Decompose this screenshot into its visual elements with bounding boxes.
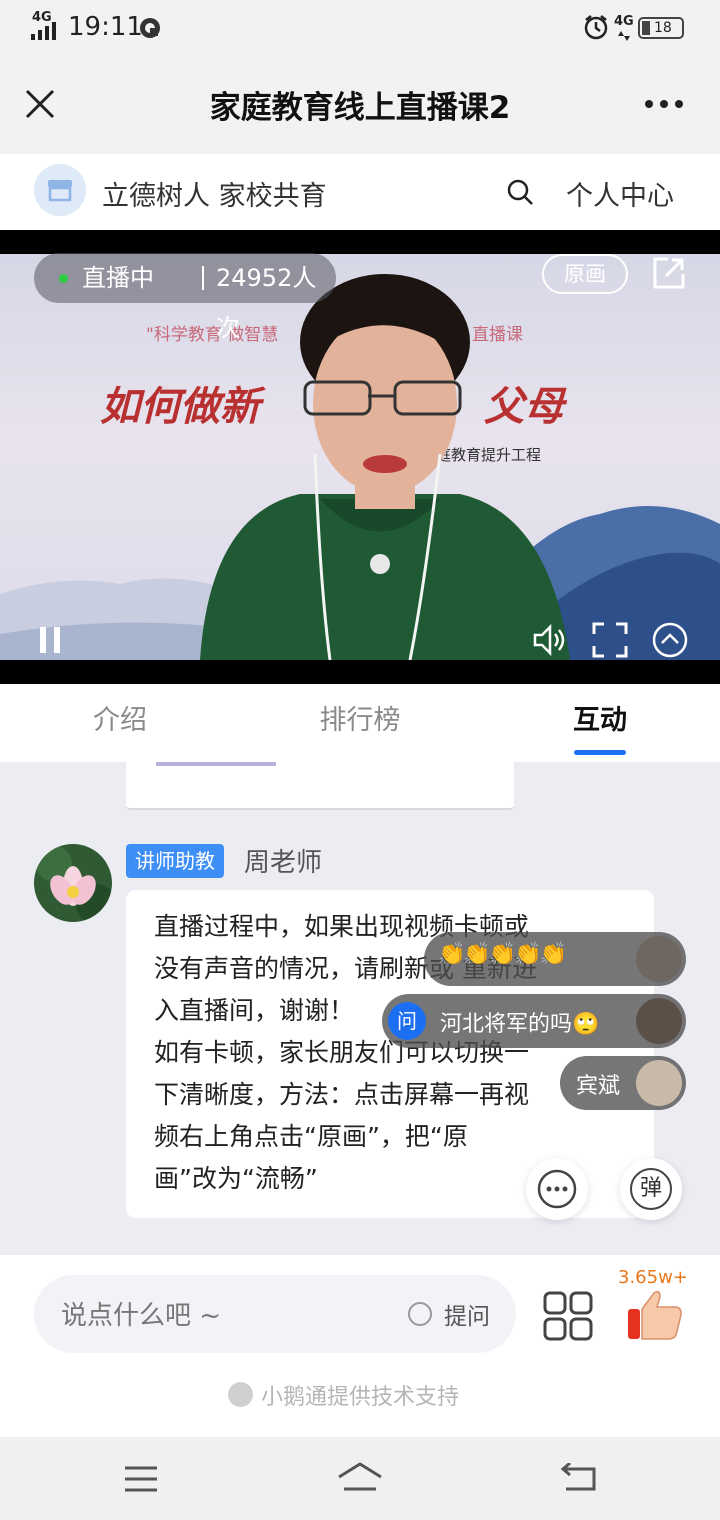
live-status-badge: 直播中 24952人次 xyxy=(34,253,336,342)
avatar[interactable] xyxy=(34,844,112,922)
question-tag: 问 xyxy=(388,1002,426,1040)
danmaku-text: 👏👏👏👏👏 xyxy=(438,942,567,967)
danmaku-text: 宾斌 xyxy=(576,1074,621,1099)
shop-header: 立德树人 家校共育 个人中心 xyxy=(0,154,720,230)
tech-support-text: 小鹅通提供技术支持 xyxy=(261,1385,460,1410)
share-external-icon[interactable] xyxy=(652,256,686,290)
danmaku-item: 宾斌 xyxy=(560,1056,686,1110)
shop-logo-icon[interactable] xyxy=(34,164,86,216)
signal-bars-icon xyxy=(31,22,56,40)
comment-input[interactable]: 说点什么吧 ~ 提问 xyxy=(34,1275,516,1353)
alarm-icon xyxy=(584,15,608,40)
content-tabs: 介绍 排行榜 互动 xyxy=(0,684,720,762)
grid-menu-icon[interactable] xyxy=(543,1291,593,1341)
battery-level: 18 xyxy=(654,20,672,36)
danmaku-toggle-button[interactable]: 弹 xyxy=(620,1158,682,1220)
comment-icon xyxy=(537,1169,577,1209)
previous-message-card xyxy=(126,762,514,810)
danmaku-text: 河北将军的吗🙄 xyxy=(440,1012,600,1037)
signal-right-label: 4G xyxy=(614,14,634,29)
personal-center-link[interactable]: 个人中心 xyxy=(566,174,674,213)
danmaku-avatar xyxy=(636,998,682,1044)
thumbs-up-icon[interactable] xyxy=(626,1289,684,1341)
close-icon[interactable] xyxy=(25,89,55,119)
chat-area: 讲师助教 周老师 直播过程中，如果出现视频卡顿或 没有声音的情况，请刷新或 重新… xyxy=(0,762,720,1255)
video-frame: "科学教育 做智慧 直播课 如何做新 父母 庭教育提升工程 xyxy=(0,254,720,660)
danmaku-toggle-label: 弹 xyxy=(630,1168,672,1210)
fullscreen-icon[interactable] xyxy=(592,622,628,658)
author-name: 周老师 xyxy=(244,848,323,878)
battery-icon: 18 xyxy=(638,17,684,39)
title-bar: 家庭教育线上直播课2 xyxy=(0,56,720,154)
tab-leaderboard[interactable]: 排行榜 xyxy=(280,684,440,762)
volume-icon[interactable] xyxy=(532,624,568,656)
system-nav-bar xyxy=(0,1437,720,1520)
live-dot xyxy=(59,274,68,283)
active-tab-indicator xyxy=(574,750,626,755)
question-checkbox[interactable] xyxy=(408,1302,432,1326)
back-icon[interactable] xyxy=(560,1463,598,1493)
pause-icon[interactable] xyxy=(38,625,64,655)
app-notification-icon xyxy=(140,18,160,38)
bottom-input-bar: 说点什么吧 ~ 提问 3.65w+ 小鹅通提供技术支持 xyxy=(0,1255,720,1437)
danmaku-question-item: 问 河北将军的吗🙄 xyxy=(382,994,686,1048)
danmaku-item: 👏👏👏👏👏 xyxy=(424,932,686,986)
lotus-icon xyxy=(36,846,112,922)
shop-name[interactable]: 立德树人 家校共育 xyxy=(102,174,327,213)
viewer-count: 24952人次 xyxy=(216,264,317,342)
danmaku-avatar xyxy=(636,1060,682,1106)
badge-divider xyxy=(202,266,204,290)
comment-input-placeholder: 说点什么吧 ~ xyxy=(61,1301,222,1331)
message-line: 频右上角点击“原画”，把“原 xyxy=(154,1122,468,1151)
danmaku-avatar xyxy=(636,936,682,982)
more-options-icon[interactable] xyxy=(644,98,684,110)
tab-intro[interactable]: 介绍 xyxy=(40,684,200,762)
menu-icon[interactable] xyxy=(123,1465,159,1493)
live-label: 直播中 xyxy=(82,264,154,292)
collapse-video-icon[interactable] xyxy=(651,621,689,659)
data-arrows-icon xyxy=(618,31,630,41)
question-label[interactable]: 提问 xyxy=(444,1297,490,1331)
clock: 19:11 xyxy=(68,12,143,42)
chat-comment-button[interactable] xyxy=(526,1158,588,1220)
role-badge: 讲师助教 xyxy=(126,844,224,878)
quality-button[interactable]: 原画 xyxy=(542,254,628,294)
like-count: 3.65w+ xyxy=(618,1267,688,1288)
page-title: 家庭教育线上直播课2 xyxy=(209,90,511,126)
status-bar: 4G 19:11 4G 18 xyxy=(0,0,720,56)
home-icon[interactable] xyxy=(336,1461,384,1495)
xiaoetong-logo-icon xyxy=(228,1382,253,1407)
search-icon[interactable] xyxy=(506,178,534,206)
live-video-player[interactable]: "科学教育 做智慧 直播课 如何做新 父母 庭教育提升工程 直播中 24952人… xyxy=(0,230,720,684)
